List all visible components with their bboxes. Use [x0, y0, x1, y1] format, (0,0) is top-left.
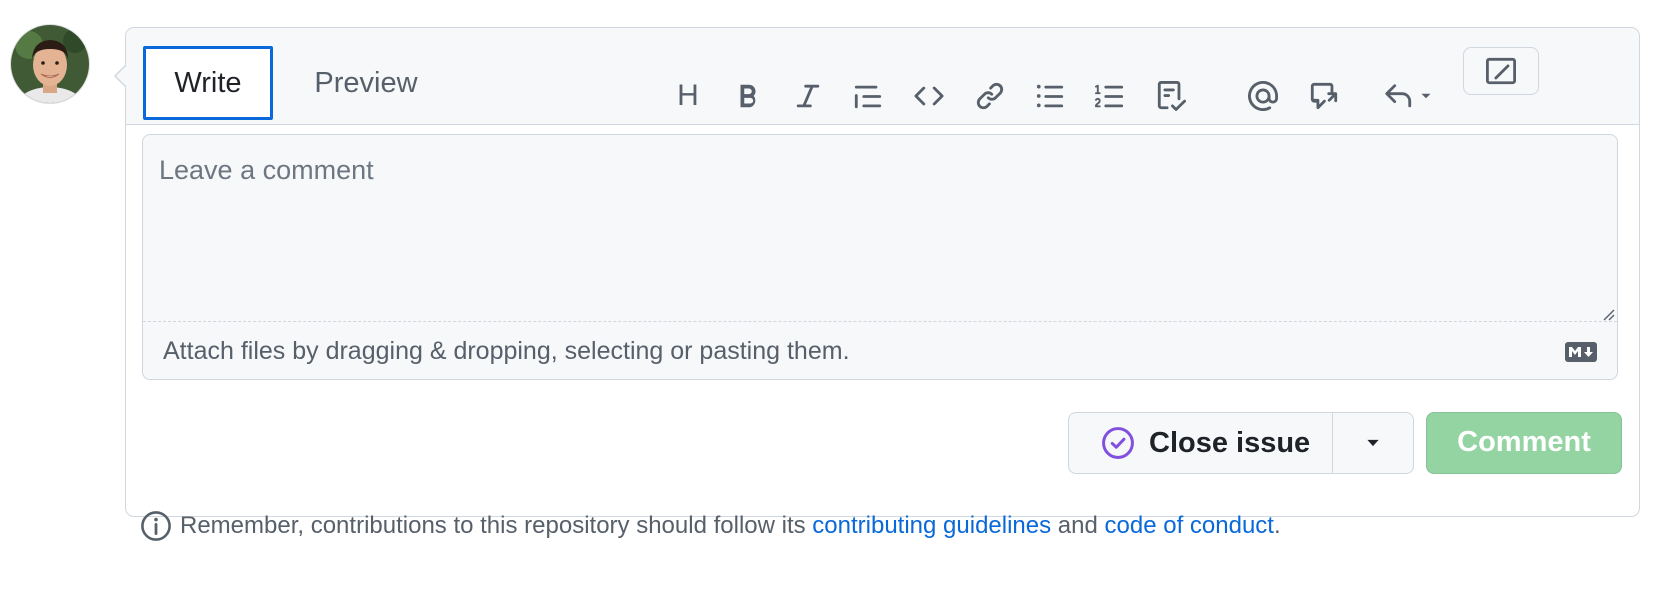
close-issue-options-button[interactable] [1332, 412, 1414, 474]
info-icon [141, 511, 171, 541]
check-circle-icon [1102, 427, 1134, 459]
unordered-list-icon [1036, 84, 1064, 108]
task-list-icon [1157, 81, 1186, 111]
mention-icon [1248, 81, 1278, 111]
file-attachment-bar[interactable]: Attach files by dragging & dropping, sel… [143, 321, 1617, 379]
comment-textarea-wrap: Leave a comment Attach files by dragging… [142, 134, 1618, 380]
link-icon [976, 82, 1004, 110]
cross-reference-button[interactable] [1304, 76, 1344, 116]
comment-textarea[interactable]: Leave a comment [143, 135, 1617, 321]
tab-write[interactable]: Write [143, 46, 273, 120]
note-suffix: . [1273, 512, 1281, 539]
ordered-list-icon [1095, 84, 1124, 108]
fullscreen-button[interactable] [1463, 47, 1539, 95]
avatar[interactable] [11, 25, 89, 103]
code-button[interactable] [909, 76, 949, 116]
cross-reference-icon [1310, 82, 1338, 110]
resize-handle-icon[interactable] [1601, 307, 1615, 321]
note-prefix: Remember, contributions to this reposito… [180, 512, 813, 539]
saved-replies-icon [1385, 84, 1412, 108]
heading-button[interactable]: H [668, 76, 708, 116]
bold-button[interactable] [728, 76, 768, 116]
attach-text: Attach files by dragging & dropping, sel… [163, 337, 850, 365]
task-list-button[interactable] [1151, 76, 1191, 116]
mention-button[interactable] [1243, 76, 1283, 116]
fullscreen-icon [1486, 57, 1516, 85]
comment-button[interactable]: Comment [1426, 412, 1622, 474]
tab-preview[interactable]: Preview [296, 46, 436, 120]
italic-button[interactable] [788, 76, 828, 116]
chevron-down-icon [1421, 93, 1431, 99]
unordered-list-button[interactable] [1030, 76, 1070, 116]
quote-button[interactable] [848, 76, 888, 116]
triangle-down-icon [1367, 439, 1379, 447]
contributing-guidelines-link[interactable]: contributing guidelines [812, 512, 1051, 540]
code-icon [914, 86, 944, 106]
close-issue-button[interactable]: Close issue [1068, 412, 1332, 474]
ordered-list-button[interactable] [1090, 76, 1130, 116]
code-of-conduct-link[interactable]: code of conduct [1105, 512, 1274, 540]
link-button[interactable] [970, 76, 1010, 116]
saved-replies-button[interactable] [1374, 76, 1444, 116]
close-issue-label: Close issue [1149, 426, 1311, 459]
note-middle: and [1051, 512, 1105, 539]
contribution-note: Remember, contributions to this reposito… [140, 506, 1281, 546]
markdown-icon[interactable] [1565, 342, 1597, 362]
bold-icon [740, 84, 756, 108]
quote-icon [854, 85, 882, 109]
editor-header: Write Preview H [126, 28, 1639, 125]
heading-icon: H [677, 79, 699, 112]
italic-icon [796, 84, 820, 108]
